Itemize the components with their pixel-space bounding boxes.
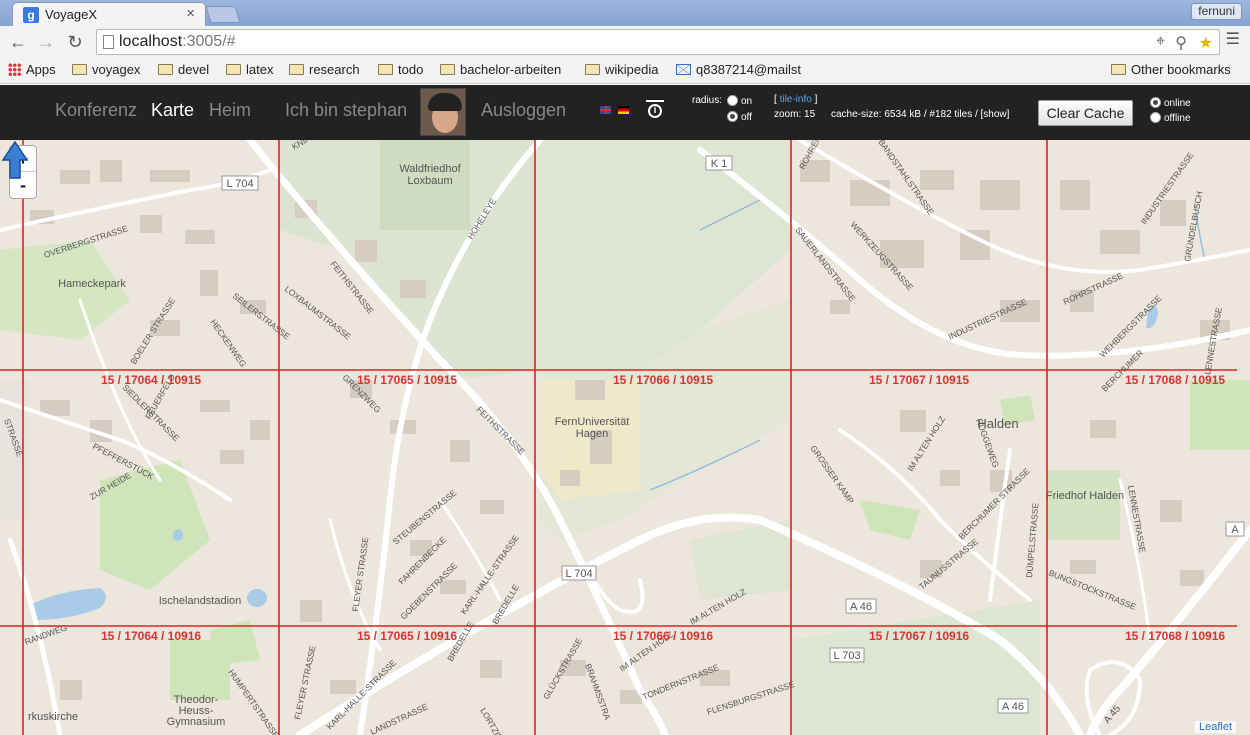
new-tab-button[interactable] — [205, 6, 241, 23]
folder-icon — [378, 64, 393, 75]
folder-icon — [158, 64, 173, 75]
key-icon[interactable]: ⚲ — [1175, 33, 1187, 53]
folder-icon — [226, 64, 241, 75]
svg-text:K 1: K 1 — [711, 158, 728, 170]
place-waldfriedhof: Waldfriedhof — [399, 163, 461, 175]
place-loxbaum: Loxbaum — [407, 175, 452, 187]
place-hameckepark: Hameckepark — [58, 278, 126, 290]
forward-arrow-icon[interactable]: → — [34, 30, 58, 54]
place-ischelandstadion: Ischelandstadion — [159, 595, 242, 607]
apps-icon — [8, 63, 21, 76]
place-friedhof-halden: Friedhof Halden — [1046, 490, 1124, 502]
offline-radio[interactable] — [1150, 112, 1161, 123]
tile-label: 15 / 17066 / 10915 — [613, 373, 713, 387]
tile-label: 15 / 17065 / 10916 — [357, 629, 457, 643]
nav-konferenz[interactable]: Konferenz — [55, 100, 137, 121]
tile-label: 15 / 17066 / 10916 — [613, 629, 713, 643]
place-gymnasium: Gymnasium — [167, 716, 226, 728]
bookmark-research[interactable]: research — [289, 62, 360, 77]
svg-text:A 46: A 46 — [1002, 701, 1024, 713]
location-icon[interactable]: ⌖ — [1156, 33, 1165, 51]
bookmark-other[interactable]: Other bookmarks — [1111, 62, 1231, 77]
tile-label: 15 / 17068 / 10916 — [1125, 629, 1225, 643]
place-hagen: Hagen — [576, 428, 608, 440]
map-landuse — [0, 140, 1250, 735]
bookmark-voyagex[interactable]: voyagex — [72, 62, 140, 77]
svg-text:A: A — [1231, 524, 1239, 536]
close-tab-icon[interactable]: × — [186, 6, 195, 22]
nav-logout[interactable]: Ausloggen — [481, 100, 566, 121]
favicon-icon: g — [23, 7, 39, 23]
tile-label: 15 / 17064 / 10916 — [101, 629, 201, 643]
nav-heim[interactable]: Heim — [209, 100, 251, 121]
svg-text:L 703: L 703 — [833, 650, 860, 662]
folder-icon — [72, 64, 87, 75]
flag-de-icon[interactable] — [618, 106, 629, 114]
url-text: localhost:3005/# — [119, 33, 236, 50]
zoom-level: zoom: 15 — [774, 109, 816, 120]
bookmark-bachelor-arbeiten[interactable]: bachelor-arbeiten — [440, 62, 561, 77]
svg-text:L 704: L 704 — [565, 568, 592, 580]
bookmark-wikipedia[interactable]: wikipedia — [585, 62, 658, 77]
tile-label: 15 / 17067 / 10916 — [869, 629, 969, 643]
svg-text:L 704: L 704 — [226, 178, 253, 190]
back-arrow-icon[interactable]: ← — [6, 30, 30, 54]
app-navbar: Konferenz Karte Heim Ich bin stephan Aus… — [0, 85, 1250, 140]
bookmark-star-icon[interactable]: ★ — [1199, 33, 1213, 53]
nav-karte[interactable]: Karte — [151, 100, 194, 121]
offline-option[interactable]: offline — [1150, 112, 1191, 124]
bookmark-mail[interactable]: q8387214@mailst — [676, 62, 801, 77]
radius-on-option[interactable]: on — [727, 95, 752, 107]
online-option[interactable]: online — [1150, 97, 1191, 109]
online-radio[interactable] — [1150, 97, 1161, 108]
page-icon — [103, 35, 114, 49]
folder-icon — [440, 64, 455, 75]
place-kuskirche: rkuskirche — [28, 711, 78, 723]
browser-tab-strip: g VoyageX × fernuni — [0, 0, 1250, 26]
address-bar[interactable]: localhost:3005/# ⌖ ⚲ ★ — [96, 29, 1220, 55]
location-arrow-icon[interactable] — [0, 140, 30, 180]
nav-user[interactable]: Ich bin stephan — [285, 100, 407, 121]
cache-size: cache-size: 6534 kB / #182 tiles / [show… — [831, 109, 1010, 120]
radius-label: radius: — [692, 95, 723, 106]
bookmarks-bar: Apps voyagex devel latex research todo b… — [0, 58, 1250, 84]
bookmark-latex[interactable]: latex — [226, 62, 273, 77]
browser-tab[interactable]: g VoyageX × — [12, 2, 206, 26]
mail-icon — [676, 64, 691, 75]
info-bar-decoration — [646, 100, 664, 102]
profile-badge[interactable]: fernuni — [1191, 3, 1242, 20]
bookmark-apps[interactable]: Apps — [8, 62, 56, 77]
info-icon[interactable]: i — [648, 104, 662, 118]
map-attribution[interactable]: Leaflet — [1194, 721, 1236, 733]
place-fernuni: FernUniversität — [555, 416, 630, 428]
reload-icon[interactable]: ↻ — [63, 30, 87, 54]
tile-label: 15 / 17068 / 10915 — [1125, 373, 1225, 387]
radius-off-option[interactable]: off — [727, 111, 752, 123]
flag-en-icon[interactable] — [600, 106, 611, 114]
folder-icon — [289, 64, 304, 75]
radius-off-radio[interactable] — [727, 111, 738, 122]
tile-label: 15 / 17065 / 10915 — [357, 373, 457, 387]
avatar[interactable] — [420, 88, 466, 136]
clear-cache-button[interactable]: Clear Cache — [1038, 100, 1133, 126]
tile-label: 15 / 17064 / 10915 — [101, 373, 201, 387]
folder-icon — [585, 64, 600, 75]
tab-title: VoyageX — [45, 7, 98, 22]
map-canvas[interactable]: L 704 K 1 L 704 A 46 L 703 A 46 A 45 A W… — [0, 140, 1250, 735]
folder-icon — [1111, 64, 1126, 75]
bookmark-todo[interactable]: todo — [378, 62, 423, 77]
tile-label: 15 / 17067 / 10915 — [869, 373, 969, 387]
map-svg[interactable]: L 704 K 1 L 704 A 46 L 703 A 46 A 45 A W… — [0, 140, 1250, 735]
tile-info-link[interactable]: [ tile-info ] — [774, 94, 817, 105]
radius-on-radio[interactable] — [727, 95, 738, 106]
menu-icon[interactable]: ☰ — [1226, 29, 1240, 49]
svg-text:A 46: A 46 — [850, 601, 872, 613]
browser-toolbar: ← → ↻ localhost:3005/# ⌖ ⚲ ★ ☰ — [0, 26, 1250, 58]
bookmark-devel[interactable]: devel — [158, 62, 209, 77]
